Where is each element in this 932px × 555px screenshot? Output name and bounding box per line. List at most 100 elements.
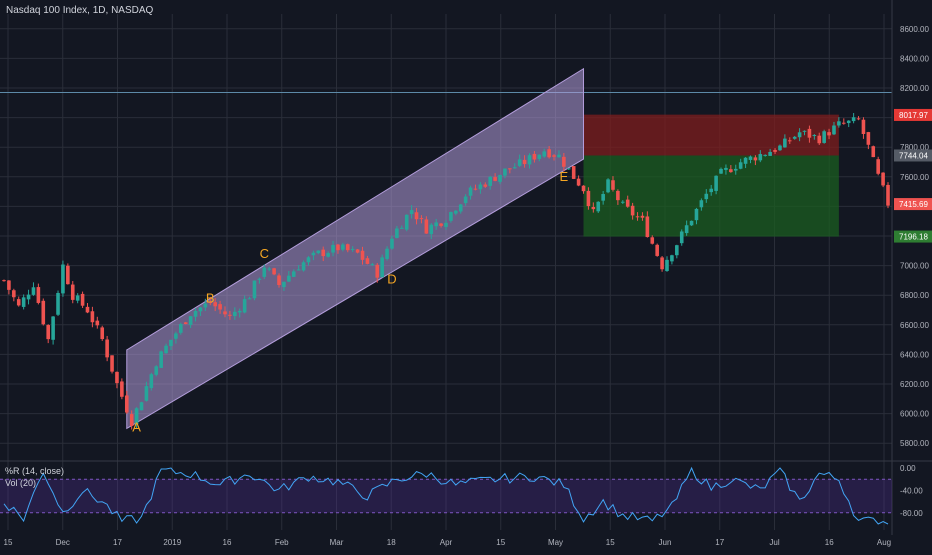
candle-body <box>645 216 650 238</box>
candle-body <box>871 146 876 158</box>
candle-body <box>679 231 684 244</box>
candle-body <box>660 257 664 270</box>
candle-body <box>296 269 301 271</box>
candle-body <box>866 132 871 145</box>
candle-body <box>886 184 890 206</box>
candle-body <box>596 201 601 212</box>
candle-body <box>365 258 370 264</box>
candle-body <box>424 219 429 234</box>
price-tick-label: 7000.00 <box>900 262 929 271</box>
candle-body <box>802 130 807 132</box>
pattern-label-c: C <box>260 246 269 261</box>
candle-body <box>591 206 596 210</box>
candle-body <box>100 327 105 340</box>
candle-body <box>169 339 173 347</box>
candle-body <box>277 275 281 285</box>
candle-body <box>552 155 556 157</box>
time-tick-label: Aug <box>877 538 891 547</box>
time-tick-label: 18 <box>387 538 396 547</box>
time-tick-label: May <box>548 538 563 547</box>
candle-body <box>684 225 689 234</box>
candle-body <box>272 268 276 275</box>
candle-body <box>257 278 262 280</box>
candle-body <box>242 299 247 313</box>
candle-body <box>488 176 492 186</box>
candle-body <box>105 339 109 358</box>
williams-r-label: %R (14, close) <box>5 466 65 476</box>
time-tick-label: 17 <box>113 538 122 547</box>
candle-body <box>188 316 193 325</box>
price-tick-label: 7600.00 <box>900 173 929 182</box>
candle-body <box>630 205 635 216</box>
price-tag-label: 7744.04 <box>899 151 928 160</box>
wr-tick-label: -40.00 <box>900 486 923 495</box>
price-tag-label: 8017.97 <box>899 111 928 120</box>
candle-body <box>719 168 723 174</box>
candle-body <box>90 311 95 323</box>
price-chart[interactable]: A B C D E 5800.00 6000.00 6200.00 6400.00 6600.0… <box>0 0 932 550</box>
time-tick-label: Jun <box>659 538 672 547</box>
candle-body <box>355 249 360 253</box>
candle-body <box>881 172 885 186</box>
candle-body <box>704 193 709 200</box>
candle-body <box>562 156 566 167</box>
candle-body <box>360 250 365 260</box>
profit-target-zone <box>583 155 839 237</box>
candle-body <box>66 265 70 285</box>
chart-root: A B C D E 5800.00 6000.00 6200.00 6400.00 6600.0… <box>0 0 932 550</box>
candle-body <box>792 136 797 139</box>
candle-body <box>694 208 699 221</box>
candle-body <box>827 132 831 136</box>
candle-body <box>144 386 149 401</box>
price-tick-label: 8400.00 <box>900 54 929 63</box>
candle-body <box>527 155 532 165</box>
candle-body <box>675 245 679 256</box>
candle-body <box>311 252 316 256</box>
candle-body <box>576 178 581 186</box>
candle-body <box>537 154 542 159</box>
pattern-label-a: A <box>132 419 141 434</box>
candle-body <box>454 210 458 214</box>
candle-body <box>758 154 763 161</box>
candle-body <box>738 162 743 169</box>
candle-body <box>748 156 753 160</box>
candle-body <box>429 224 434 235</box>
time-tick-label: Dec <box>56 538 70 547</box>
candle-body <box>851 117 856 122</box>
candle-body <box>12 290 16 298</box>
candle-body <box>846 120 851 124</box>
candle-body <box>120 381 124 397</box>
time-tick-label: Feb <box>275 538 289 547</box>
candle-body <box>797 132 802 138</box>
candle-body <box>331 244 335 253</box>
candle-body <box>404 214 409 230</box>
candle-body <box>51 316 55 340</box>
candle-body <box>183 322 188 325</box>
candle-body <box>345 244 350 251</box>
price-tick-label: 5800.00 <box>900 439 929 448</box>
candle-body <box>233 311 237 317</box>
price-tick-label: 6600.00 <box>900 321 929 330</box>
candle-body <box>21 297 26 307</box>
price-tick-label: 6000.00 <box>900 410 929 419</box>
candle-body <box>237 310 242 313</box>
candle-body <box>817 135 822 144</box>
chart-title: Nasdaq 100 Index, 1D, NASDAQ <box>6 5 154 16</box>
candle-body <box>115 371 119 384</box>
candle-body <box>444 222 448 227</box>
candle-body <box>581 185 586 192</box>
candle-body <box>390 238 394 249</box>
candle-body <box>493 177 497 181</box>
candle-body <box>385 248 389 259</box>
time-tick-label: 16 <box>825 538 834 547</box>
candle-body <box>522 159 527 165</box>
candle-body <box>601 194 605 201</box>
candle-body <box>449 212 453 221</box>
candle-body <box>606 179 610 193</box>
wr-tick-label: 0.00 <box>900 464 916 473</box>
candle-body <box>139 402 144 411</box>
candle-body <box>26 294 31 300</box>
candle-body <box>2 280 6 282</box>
price-tick-label: 6800.00 <box>900 291 929 300</box>
candle-body <box>856 118 861 120</box>
